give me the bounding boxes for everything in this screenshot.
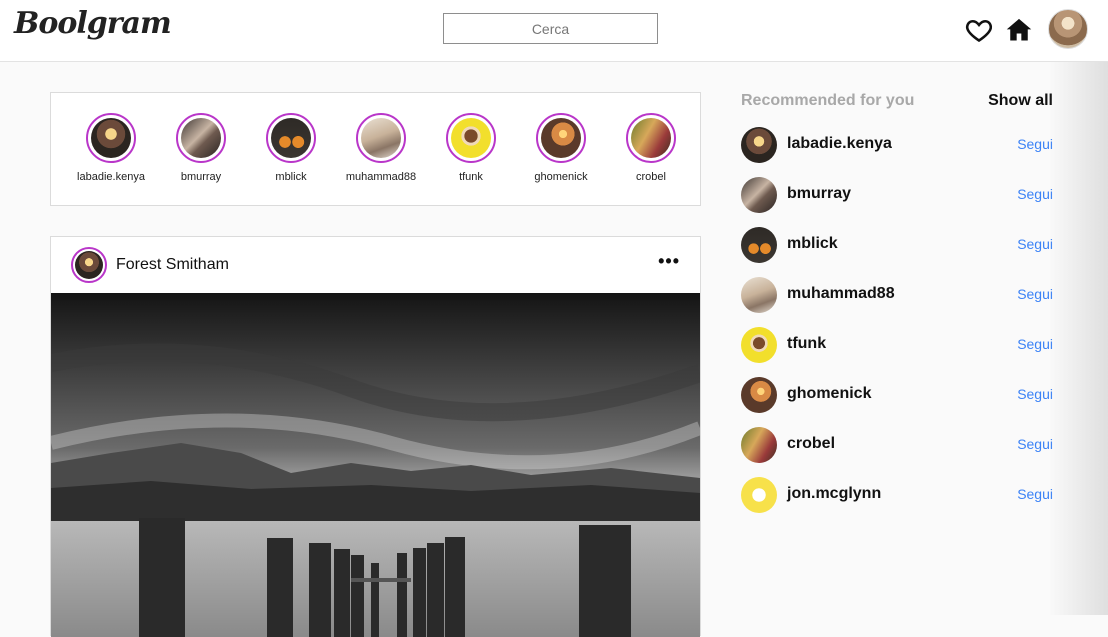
story-username: crobel	[636, 171, 666, 183]
story-avatar	[451, 118, 491, 158]
recommended-username[interactable]: mblick	[787, 235, 838, 253]
story-avatar	[271, 118, 311, 158]
avatar[interactable]	[741, 427, 777, 463]
heart-icon[interactable]	[965, 16, 993, 44]
home-icon[interactable]	[1005, 16, 1033, 44]
story-avatar	[361, 118, 401, 158]
recommended-user-row: bmurray Segui	[741, 177, 1053, 213]
story-item[interactable]: crobel	[606, 113, 696, 183]
follow-button[interactable]: Segui	[1017, 186, 1053, 202]
story-ring	[86, 113, 136, 163]
follow-button[interactable]: Segui	[1017, 436, 1053, 452]
story-item[interactable]: mblick	[246, 113, 336, 183]
avatar[interactable]	[741, 377, 777, 413]
recommended-username[interactable]: crobel	[787, 435, 835, 453]
story-item[interactable]: labadie.kenya	[66, 113, 156, 183]
story-username: mblick	[275, 171, 307, 183]
recommended-user-row: mblick Segui	[741, 227, 1053, 263]
post-author-name[interactable]: Forest Smitham	[116, 256, 229, 274]
avatar[interactable]	[741, 327, 777, 363]
story-username: bmurray	[180, 171, 222, 183]
follow-button[interactable]: Segui	[1017, 236, 1053, 252]
story-item[interactable]: bmurray	[156, 113, 246, 183]
recommended-user-row: crobel Segui	[741, 427, 1053, 463]
avatar	[75, 251, 103, 279]
avatar[interactable]	[741, 277, 777, 313]
page-edge-shadow	[1048, 62, 1108, 615]
story-ring	[446, 113, 496, 163]
story-username: muhammad88	[345, 171, 417, 183]
search-input[interactable]	[443, 13, 658, 44]
story-ring	[536, 113, 586, 163]
stories-bar: labadie.kenya bmurray mblick muhammad88 …	[50, 92, 701, 206]
story-avatar	[91, 118, 131, 158]
recommended-username[interactable]: muhammad88	[787, 285, 895, 303]
show-all-link[interactable]: Show all	[988, 92, 1053, 110]
recommended-user-row: labadie.kenya Segui	[741, 127, 1053, 163]
recommended-user-row: tfunk Segui	[741, 327, 1053, 363]
recommended-title: Recommended for you	[741, 92, 915, 109]
recommended-username[interactable]: jon.mcglynn	[787, 485, 881, 503]
recommended-username[interactable]: tfunk	[787, 335, 826, 353]
feed-post: Forest Smitham •••	[50, 236, 701, 637]
post-author-avatar[interactable]	[71, 247, 107, 283]
avatar[interactable]	[741, 227, 777, 263]
story-ring	[356, 113, 406, 163]
story-ring	[626, 113, 676, 163]
avatar[interactable]	[741, 177, 777, 213]
recommended-username[interactable]: bmurray	[787, 185, 851, 203]
recommended-user-row: jon.mcglynn Segui	[741, 477, 1053, 513]
profile-avatar[interactable]	[1048, 9, 1088, 49]
story-avatar	[181, 118, 221, 158]
recommended-user-row: ghomenick Segui	[741, 377, 1053, 413]
app-logo[interactable]: Boolgram	[14, 6, 172, 41]
follow-button[interactable]: Segui	[1017, 136, 1053, 152]
story-avatar	[541, 118, 581, 158]
post-image[interactable]	[51, 293, 700, 637]
recommended-user-row: muhammad88 Segui	[741, 277, 1053, 313]
story-item[interactable]: muhammad88	[336, 113, 426, 183]
story-username: labadie.kenya	[77, 171, 145, 183]
story-item[interactable]: ghomenick	[516, 113, 606, 183]
story-item[interactable]: tfunk	[426, 113, 516, 183]
recommended-username[interactable]: labadie.kenya	[787, 135, 892, 153]
recommended-username[interactable]: ghomenick	[787, 385, 871, 403]
story-ring	[266, 113, 316, 163]
follow-button[interactable]: Segui	[1017, 386, 1053, 402]
more-options-icon[interactable]: •••	[658, 251, 680, 272]
story-ring	[176, 113, 226, 163]
story-username: tfunk	[459, 171, 483, 183]
story-username: ghomenick	[534, 171, 588, 183]
follow-button[interactable]: Segui	[1017, 336, 1053, 352]
avatar[interactable]	[741, 477, 777, 513]
story-avatar	[631, 118, 671, 158]
post-header: Forest Smitham •••	[51, 237, 700, 293]
follow-button[interactable]: Segui	[1017, 486, 1053, 502]
top-navbar: Boolgram	[0, 0, 1108, 62]
follow-button[interactable]: Segui	[1017, 286, 1053, 302]
avatar[interactable]	[741, 127, 777, 163]
